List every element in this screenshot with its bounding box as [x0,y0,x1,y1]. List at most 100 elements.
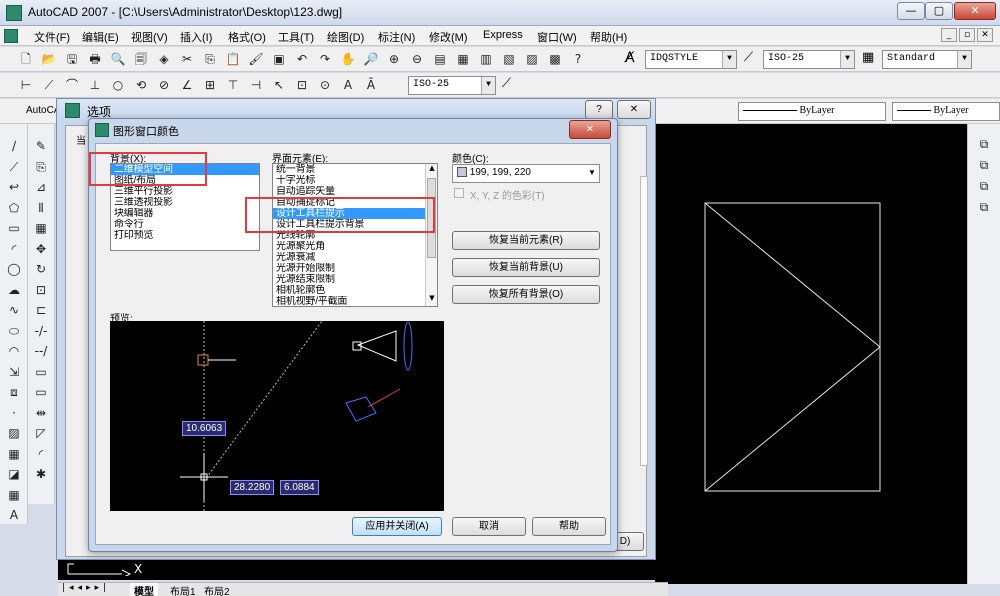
menu-file[interactable]: 文件(F) [34,29,70,45]
publish-icon[interactable]: 🗐 [133,51,149,67]
revision-cloud-icon[interactable]: ☁ [6,282,22,298]
center-mark-icon[interactable]: ⊙ [317,77,333,93]
menu-window[interactable]: 窗口(W) [537,29,577,45]
mirror-icon[interactable]: ⊿ [33,179,49,195]
jogged-icon[interactable]: ⟲ [133,77,149,93]
bring-above-icon[interactable]: ⧉ [976,178,992,194]
trim-icon[interactable]: -/- [33,323,49,339]
interface-element-item[interactable]: 光源衰减 [273,252,425,263]
pan-icon[interactable]: ✋ [340,51,356,67]
interface-element-listbox[interactable]: 统一背景 十字光标 自动追踪矢量 自动捕捉标记 设计工具栏提示 设计工具栏提示背景 光线轮廓… [272,163,438,307]
dim-style-combo[interactable]: ISO-25 ▼ [763,50,855,69]
copy-icon[interactable]: ⎘ [202,51,218,67]
point-icon[interactable]: · [6,405,22,421]
gradient-icon[interactable]: ▦ [6,446,22,462]
move-icon[interactable]: ✥ [33,241,49,257]
menu-format[interactable]: 格式(O) [228,29,266,45]
break-at-point-icon[interactable]: ▭ [33,364,49,380]
polyline-icon[interactable]: ↩ [6,179,22,195]
menu-express[interactable]: Express [483,29,523,41]
baseline-icon[interactable]: ⊤ [225,77,241,93]
new-icon[interactable]: 🗋 [18,51,34,67]
scroll-down-icon[interactable]: ▼ [426,294,437,306]
interface-element-item[interactable]: 光源聚光角 [273,241,425,252]
erase-icon[interactable]: ✎ [33,138,49,154]
cancel-button[interactable]: 取消 [452,517,526,536]
send-under-icon[interactable]: ⧉ [976,199,992,215]
region-icon[interactable]: ◪ [6,466,22,482]
extend-icon[interactable]: --/ [33,343,49,359]
quick-leader-icon[interactable]: ↖ [271,77,287,93]
interface-element-item[interactable]: 自动追踪矢量 [273,186,425,197]
draw-order-front-icon[interactable]: ⧉ [976,136,992,152]
sheet-set-icon[interactable]: ▧ [501,51,517,67]
dim-update-icon[interactable]: ⟋ [502,76,511,91]
menu-edit[interactable]: 编辑(E) [82,29,119,45]
doc-close-button[interactable]: ✕ [977,28,993,42]
polygon-icon[interactable]: ⬠ [6,200,22,216]
text-style-icon[interactable]: A̸ [625,50,635,66]
apply-close-button[interactable]: 应用并关闭(A) [352,517,442,536]
context-item[interactable]: 三维透视投影 [111,197,259,208]
menu-tools[interactable]: 工具(T) [278,29,314,45]
maximize-button[interactable]: ▢ [925,2,953,20]
rectangle-icon[interactable]: ▭ [6,220,22,236]
restore-element-button[interactable]: 恢复当前元素(R) [452,231,600,250]
chamfer-icon[interactable]: ◸ [33,425,49,441]
arc-length-icon[interactable]: ⌒ [64,77,80,93]
ordinate-icon[interactable]: ⊥ [87,77,103,93]
dim-edit-icon[interactable]: A [340,77,356,93]
options-close-button[interactable]: ✕ [617,100,651,119]
aligned-dim-icon[interactable]: ⟋ [41,77,57,93]
help-button[interactable]: 帮助 [532,517,606,536]
dim-style-icon[interactable]: ⟋ [744,50,753,65]
drawing-canvas[interactable] [655,124,967,584]
markup-icon[interactable]: ▨ [524,51,540,67]
table-style-icon[interactable]: ▦ [862,50,874,65]
offset-icon[interactable]: ⫴ [33,200,49,216]
angular-icon[interactable]: ∠ [179,77,195,93]
minimize-button[interactable]: — [897,2,925,20]
interface-element-item[interactable]: 光源开始限制 [273,263,425,274]
open-icon[interactable]: 📂 [41,51,57,67]
interface-element-item[interactable]: 相机轮廓色 [273,285,425,296]
autocad-app-icon[interactable] [6,5,22,21]
context-item[interactable]: 块编辑器 [111,208,259,219]
undo-icon[interactable]: ↶ [294,51,310,67]
match-properties-icon[interactable]: 🖌 [248,51,264,67]
ellipse-arc-icon[interactable]: ◠ [6,343,22,359]
circle-icon[interactable]: ◯ [6,261,22,277]
construction-line-icon[interactable]: ⟋ [6,159,22,175]
design-center-icon[interactable]: ▦ [455,51,471,67]
table-icon[interactable]: ▦ [6,487,22,503]
tab-layout2[interactable]: 布局2 [200,583,234,596]
zoom-realtime-icon[interactable]: 🔎 [363,51,379,67]
context-item[interactable]: 命令行 [111,219,259,230]
3d-dwf-icon[interactable]: ◈ [156,51,172,67]
properties-icon[interactable]: ▤ [432,51,448,67]
diameter-icon[interactable]: ⊘ [156,77,172,93]
dim-style-combo-2[interactable]: ISO-25 ▼ [408,76,496,95]
tab-nav-arrows[interactable]: |◂◂▸▸| [62,583,110,593]
linetype-combo[interactable]: ByLayer [738,102,886,121]
cut-icon[interactable]: ✂ [179,51,195,67]
document-icon[interactable] [4,29,18,43]
copy-object-icon[interactable]: ⎘ [33,159,49,175]
quick-dim-icon[interactable]: ⊞ [202,77,218,93]
scale-icon[interactable]: ⊡ [33,282,49,298]
context-item[interactable]: 三维平行投影 [111,186,259,197]
plot-icon[interactable]: 🖶 [87,51,103,67]
text-style-combo[interactable]: IDQSTYLE ▼ [645,50,737,69]
doc-minimize-button[interactable]: _ [941,28,957,42]
zoom-previous-icon[interactable]: ⊖ [409,51,425,67]
explode-icon[interactable]: ✱ [33,466,49,482]
break-icon[interactable]: ▭ [33,384,49,400]
fillet-icon[interactable]: ◜ [33,446,49,462]
multiline-text-icon[interactable]: A [6,507,22,523]
color-select[interactable]: 199, 199, 220 ▼ [452,164,600,183]
linear-dim-icon[interactable]: ⊢ [18,77,34,93]
tab-layout1[interactable]: 布局1 [166,583,200,596]
interface-element-item[interactable]: 相机视野/平截面 [273,296,425,306]
lineweight-combo[interactable]: ByLayer [892,102,1000,121]
menu-view[interactable]: 视图(V) [131,29,168,45]
